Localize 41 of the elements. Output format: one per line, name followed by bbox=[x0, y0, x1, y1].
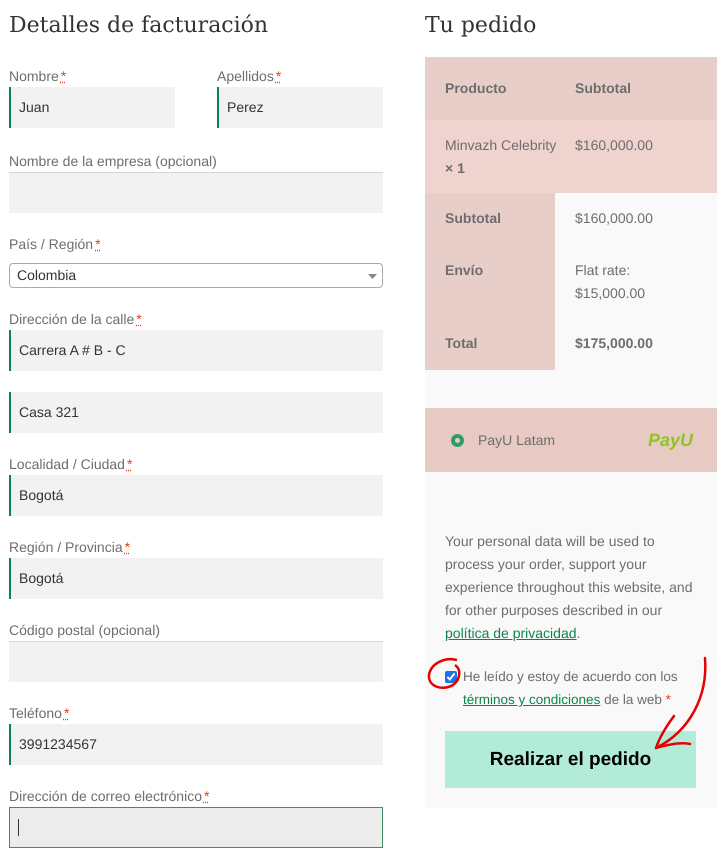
terms-checkbox[interactable] bbox=[445, 671, 457, 683]
text-cursor-icon bbox=[18, 819, 19, 836]
field-label: Apellidos* bbox=[217, 67, 282, 86]
input-field[interactable]: Bogotá bbox=[9, 558, 383, 599]
privacy-link[interactable]: política de privacidad bbox=[445, 625, 577, 641]
input-field[interactable]: Bogotá bbox=[9, 475, 383, 516]
privacy-text: Your personal data will be used to process your order, support your experience throughout this website, and for other purposes described in our política de privacidad. bbox=[445, 532, 694, 643]
totals-label: Envío bbox=[445, 262, 484, 278]
order-title: Tu pedido bbox=[425, 12, 538, 40]
totals-value: Flat rate: $15,000.00 bbox=[575, 262, 646, 301]
place-order-button[interactable]: Realizar el pedido bbox=[445, 731, 696, 788]
terms-text: He leído y estoy de acuerdo con los términos y condiciones de la web * bbox=[463, 668, 679, 709]
field-label: Nombre de la empresa (opcional) bbox=[9, 152, 218, 171]
totals-value: $160,000.00 bbox=[575, 210, 653, 226]
product-subtotal: $160,000.00 bbox=[575, 136, 654, 155]
field-label: Dirección de correo electrónico* bbox=[9, 787, 210, 806]
input-field[interactable]: Juan bbox=[9, 87, 175, 128]
caret-icon bbox=[368, 274, 377, 279]
field-label: Región / Provincia* bbox=[9, 538, 132, 557]
country-select[interactable]: Colombia bbox=[9, 263, 383, 288]
field-label: Código postal (opcional) bbox=[9, 621, 161, 640]
field-label: Dirección de la calle* bbox=[9, 310, 143, 329]
input-field[interactable]: Carrera A # B - C bbox=[9, 330, 383, 371]
field-label: Nombre* bbox=[9, 67, 68, 86]
totals-label: Total bbox=[445, 335, 478, 351]
input-field[interactable]: Perez bbox=[217, 87, 383, 128]
field-label: País / Región* bbox=[9, 235, 102, 254]
column-header: Producto bbox=[445, 79, 508, 98]
totals-value: $175,000.00 bbox=[575, 335, 653, 351]
input-field[interactable]: Casa 321 bbox=[9, 392, 383, 433]
terms-link[interactable]: términos y condiciones bbox=[463, 692, 600, 707]
input-field[interactable] bbox=[9, 807, 383, 848]
input-field[interactable]: 3991234567 bbox=[9, 724, 383, 765]
payu-logo: PayU bbox=[648, 428, 693, 452]
radio-button[interactable] bbox=[451, 434, 464, 446]
product-name: Minvazh Celebrity × 1 bbox=[445, 136, 558, 178]
column-header: Subtotal bbox=[575, 79, 632, 98]
totals-label: Subtotal bbox=[445, 210, 501, 226]
billing-title: Detalles de facturación bbox=[9, 12, 270, 40]
field-label: Teléfono* bbox=[9, 704, 70, 723]
field-label: Localidad / Ciudad* bbox=[9, 455, 134, 474]
